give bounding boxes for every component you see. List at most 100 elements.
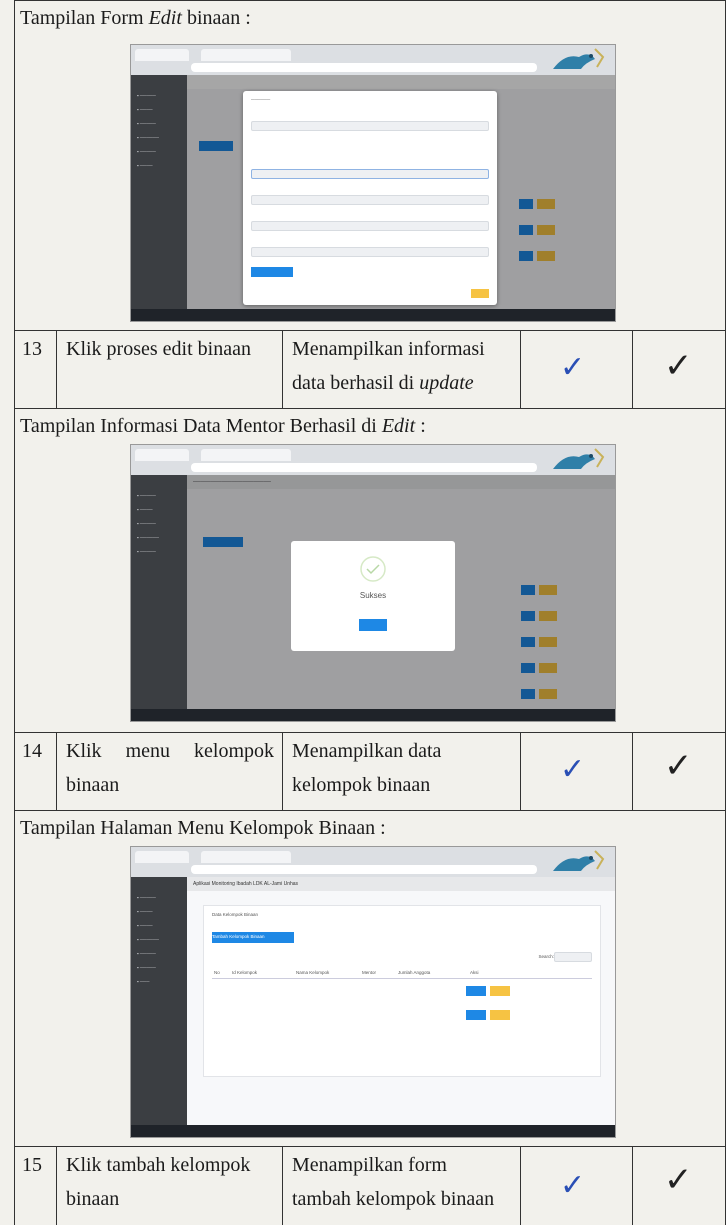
row-action-line2: binaan <box>66 1188 120 1210</box>
col-border <box>520 732 521 810</box>
delete-button[interactable] <box>490 986 510 996</box>
modal-field[interactable] <box>251 169 489 179</box>
success-dialog: Sukses <box>291 541 455 651</box>
col-border <box>282 330 283 408</box>
row-result-line2: tambah kelompok binaan <box>292 1188 495 1210</box>
check-mark-icon: ✓ <box>664 746 693 786</box>
browser-tab <box>201 49 291 61</box>
modal-field[interactable] <box>251 121 489 131</box>
sidebar-item: ▪ ───── <box>137 951 156 956</box>
row-action-line1: Klik tambah kelompok <box>66 1154 251 1176</box>
search-input[interactable] <box>554 952 592 962</box>
col-border <box>632 330 633 408</box>
sidebar-item: ▪ ───── <box>137 493 156 498</box>
check-mark-icon: ✓ <box>664 1160 693 1200</box>
row-result-line2: data berhasil di update <box>292 372 474 394</box>
row-action: Klik proses edit binaan <box>66 338 251 360</box>
sidebar-item: ▪ ──── <box>137 909 153 914</box>
col-border <box>282 732 283 810</box>
browser-tabbar <box>131 847 615 877</box>
col-border <box>632 1146 633 1225</box>
row-result-line1: Menampilkan data <box>292 740 442 762</box>
bird-decoration-icon <box>553 850 605 871</box>
sidebar-item: ▪ ───── <box>137 149 156 154</box>
col-header: Nama Kelompok <box>296 970 330 975</box>
table-header: No Id Kelompok Nama Kelompok Mentor Juml… <box>212 968 592 979</box>
app-sidebar: ▪ ───── ▪ ──── ▪ ──── ▪ ────── ▪ ───── ▪… <box>131 877 187 1125</box>
sidebar-item: ▪ ─── <box>137 979 150 984</box>
modal-title: ────── <box>251 97 271 102</box>
edit-modal: ────── <box>243 91 497 305</box>
screenshot-kelompok-binaan: ▪ ───── ▪ ──── ▪ ──── ▪ ────── ▪ ───── ▪… <box>130 846 616 1138</box>
row-result-line2: kelompok binaan <box>292 774 431 796</box>
col-border <box>56 1146 57 1225</box>
browser-tab <box>135 49 189 61</box>
app-header: Aplikasi Monitoring Ibadah LDK AL-Jami U… <box>187 877 615 891</box>
sidebar-item: ▪ ───── <box>137 93 156 98</box>
check-mark-icon: ✓ <box>560 350 586 385</box>
modal-field[interactable] <box>251 221 489 231</box>
url-bar <box>191 463 537 472</box>
sidebar-item: ▪ ────── <box>137 535 159 540</box>
url-bar <box>191 63 537 72</box>
sidebar-item: ▪ ────── <box>137 135 159 140</box>
browser-tabbar <box>131 445 615 475</box>
edit-button[interactable] <box>466 1010 486 1020</box>
ok-button[interactable] <box>359 619 387 631</box>
app-sidebar: ▪ ───── ▪ ──── ▪ ───── ▪ ────── ▪ ───── <box>131 475 187 709</box>
sidebar-item: ▪ ──── <box>137 507 153 512</box>
delete-button[interactable] <box>490 1010 510 1020</box>
col-border <box>282 1146 283 1225</box>
document-page: Tampilan Form Edit binaan : ▪ ───── ▪ ──… <box>0 0 726 1225</box>
success-check-icon <box>360 556 386 582</box>
modal-field[interactable] <box>251 247 489 257</box>
browser-tab <box>201 851 291 863</box>
panel-title: Data Kelompok Binaan <box>212 912 259 917</box>
check-mark-icon: ✓ <box>664 346 693 386</box>
sidebar-item: ▪ ───── <box>137 121 156 126</box>
url-bar <box>191 865 537 874</box>
row-border <box>14 1146 726 1147</box>
row-action-line2: binaan <box>66 774 120 796</box>
os-taskbar <box>131 1125 615 1137</box>
success-title: Sukses <box>359 591 387 600</box>
col-border <box>56 732 57 810</box>
submit-button[interactable] <box>251 267 293 277</box>
add-kelompok-label: Tambah Kelompok Binaan <box>212 934 265 939</box>
os-taskbar <box>131 709 615 721</box>
col-border <box>520 330 521 408</box>
sidebar-item: ▪ ────── <box>137 937 159 942</box>
check-mark-icon: ✓ <box>560 752 586 787</box>
edit-button[interactable] <box>466 986 486 996</box>
sidebar-item: ▪ ──── <box>137 163 153 168</box>
caption-form-edit-binaan: Tampilan Form Edit binaan : <box>20 7 251 29</box>
screenshot-success-dialog: ▪ ───── ▪ ──── ▪ ───── ▪ ────── ▪ ───── … <box>130 444 616 722</box>
caption-kelompok-binaan: Tampilan Halaman Menu Kelompok Binaan : <box>20 817 386 839</box>
check-mark-icon: ✓ <box>560 1168 586 1203</box>
col-header: Id Kelompok <box>232 970 258 975</box>
row-border <box>14 0 726 1</box>
app-content: Data Kelompok Binaan Tambah Kelompok Bin… <box>187 891 615 1125</box>
close-button[interactable] <box>471 289 489 298</box>
col-border <box>56 330 57 408</box>
row-border <box>14 408 726 409</box>
row-result-line1: Menampilkan informasi <box>292 338 485 360</box>
caption-success-info: Tampilan Informasi Data Mentor Berhasil … <box>20 415 426 437</box>
modal-field[interactable] <box>251 195 489 205</box>
row-number: 15 <box>22 1154 42 1176</box>
sidebar-item: ▪ ───── <box>137 965 156 970</box>
os-taskbar <box>131 309 615 321</box>
row-border <box>14 330 726 331</box>
row-border <box>14 732 726 733</box>
row-border <box>14 810 726 811</box>
col-border <box>520 1146 521 1225</box>
bird-decoration-icon <box>553 48 605 69</box>
row-number: 14 <box>22 740 42 762</box>
browser-tab <box>135 851 189 863</box>
browser-tab <box>201 449 291 461</box>
row-result-line1: Menampilkan form <box>292 1154 447 1176</box>
col-header: No <box>214 970 220 975</box>
sidebar-item: ▪ ───── <box>137 895 156 900</box>
browser-tab <box>135 449 189 461</box>
sidebar-item: ▪ ───── <box>137 521 156 526</box>
